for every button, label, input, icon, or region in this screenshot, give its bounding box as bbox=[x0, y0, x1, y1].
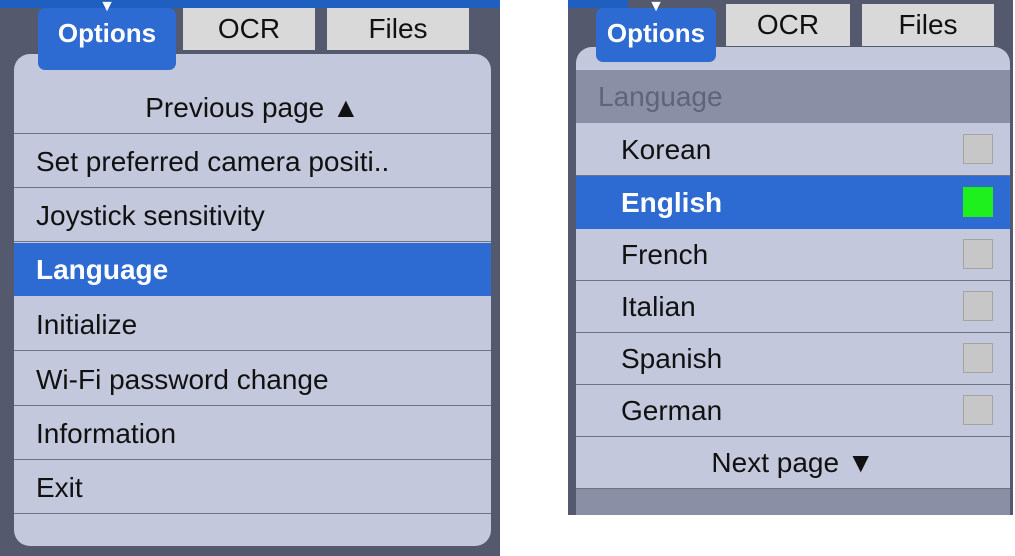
language-label: German bbox=[621, 395, 723, 426]
menu-item-label: Initialize bbox=[36, 309, 138, 340]
section-header-label: Language bbox=[598, 81, 723, 112]
language-option-korean[interactable]: Korean bbox=[576, 123, 1010, 176]
next-section-initialize: Initialize bbox=[576, 489, 1010, 515]
language-menu-panel: ▼ Options OCR Files Language Korean Engl… bbox=[568, 0, 1013, 515]
checkbox[interactable] bbox=[963, 291, 993, 321]
tab-ocr[interactable]: OCR bbox=[183, 8, 315, 50]
menu-item-label: Previous page ▲ bbox=[145, 92, 360, 123]
tab-files[interactable]: Files bbox=[862, 4, 994, 46]
chevron-down-icon: ▼ bbox=[99, 0, 115, 15]
tab-ocr-label: OCR bbox=[756, 9, 820, 40]
language-label: Spanish bbox=[621, 343, 723, 374]
language-option-german[interactable]: German bbox=[576, 384, 1010, 437]
menu-item-label: Wi-Fi password change bbox=[36, 364, 329, 395]
menu-item-joystick-sensitivity[interactable]: Joystick sensitivity bbox=[14, 189, 491, 242]
options-menu-panel: ▼ Options OCR Files Previous page ▲ Set … bbox=[0, 0, 500, 556]
menu-item-label: Exit bbox=[36, 472, 83, 503]
menu-item-label: Set preferred camera positi.. bbox=[36, 146, 390, 177]
language-label: French bbox=[621, 239, 709, 270]
menu-item-label: Language bbox=[36, 254, 169, 285]
menu-item-label: Information bbox=[36, 418, 177, 449]
language-option-italian[interactable]: Italian bbox=[576, 280, 1010, 333]
tab-options-label: Options bbox=[606, 18, 706, 48]
tab-options-label: Options bbox=[57, 18, 157, 48]
checkbox[interactable] bbox=[963, 239, 993, 269]
section-label: Initialize bbox=[598, 501, 699, 515]
menu-item-camera-position[interactable]: Set preferred camera positi.. bbox=[14, 135, 491, 188]
menu-item-label: Joystick sensitivity bbox=[36, 200, 265, 231]
tab-files[interactable]: Files bbox=[327, 8, 469, 50]
checkbox-checked[interactable] bbox=[963, 187, 993, 217]
tab-files-label: Files bbox=[368, 13, 428, 44]
checkbox[interactable] bbox=[963, 395, 993, 425]
next-page-button[interactable]: Next page ▼ bbox=[576, 436, 1010, 489]
menu-item-initialize[interactable]: Initialize bbox=[14, 298, 491, 351]
chevron-down-icon: ▼ bbox=[648, 0, 664, 15]
menu-item-wifi-password[interactable]: Wi-Fi password change bbox=[14, 353, 491, 406]
language-list: Language Korean English French Italian S… bbox=[576, 47, 1010, 515]
menu-item-information[interactable]: Information bbox=[14, 407, 491, 460]
language-label: Korean bbox=[621, 134, 712, 165]
next-page-label: Next page ▼ bbox=[711, 447, 875, 478]
tab-ocr[interactable]: OCR bbox=[726, 4, 850, 46]
language-option-english[interactable]: English bbox=[576, 176, 1010, 229]
previous-page-button[interactable]: Previous page ▲ bbox=[14, 81, 491, 134]
tab-options[interactable]: ▼ Options bbox=[596, 0, 716, 62]
options-menu-list: Previous page ▲ Set preferred camera pos… bbox=[14, 54, 491, 546]
language-option-spanish[interactable]: Spanish bbox=[576, 332, 1010, 385]
language-label: Italian bbox=[621, 291, 696, 322]
menu-item-language[interactable]: Language bbox=[14, 243, 491, 296]
language-option-french[interactable]: French bbox=[576, 228, 1010, 281]
language-label: English bbox=[621, 187, 723, 218]
menu-item-exit[interactable]: Exit bbox=[14, 461, 491, 514]
tab-options[interactable]: ▼ Options bbox=[38, 0, 176, 70]
language-section-header: Language bbox=[576, 70, 1010, 123]
tab-files-label: Files bbox=[898, 9, 958, 40]
tab-ocr-label: OCR bbox=[217, 13, 281, 44]
checkbox[interactable] bbox=[963, 343, 993, 373]
checkbox[interactable] bbox=[963, 134, 993, 164]
